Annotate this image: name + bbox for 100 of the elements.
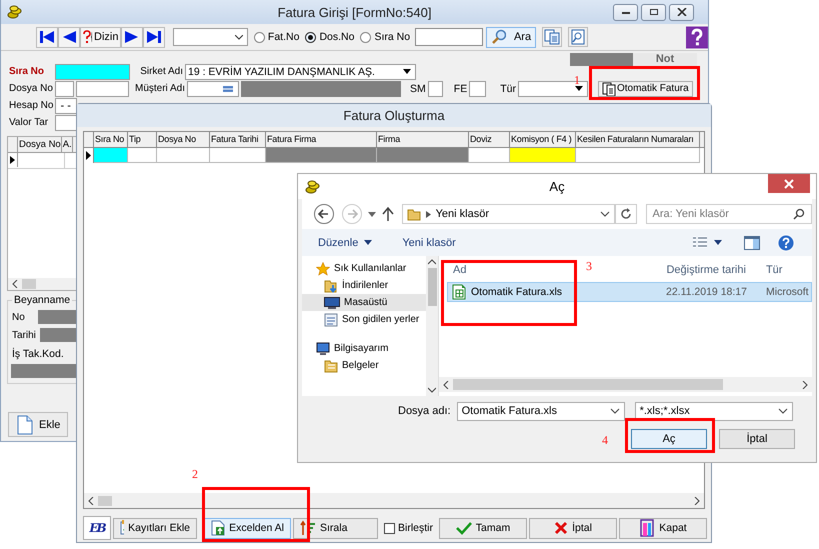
preview-pane-icon[interactable] bbox=[744, 236, 760, 250]
ok-button[interactable]: Tamam bbox=[439, 518, 528, 538]
search-mode-radio[interactable]: Fat.No bbox=[254, 31, 300, 43]
table-cell[interactable] bbox=[510, 148, 576, 163]
scroll-up-icon[interactable] bbox=[428, 259, 436, 265]
column-header[interactable]: Komisyon ( F4 ) bbox=[510, 132, 576, 147]
new-folder-button[interactable]: Yeni klasör bbox=[402, 236, 462, 248]
file-name-field[interactable]: Otomatik Fatura.xls bbox=[456, 402, 625, 420]
open-button[interactable]: Aç bbox=[631, 429, 707, 449]
last-record-button[interactable] bbox=[143, 26, 166, 48]
search-combo[interactable] bbox=[173, 28, 248, 46]
horizontal-scrollbar[interactable] bbox=[84, 493, 704, 508]
column-header[interactable]: Fatura Tarihi bbox=[210, 132, 266, 147]
column-header[interactable]: Tür bbox=[766, 264, 782, 276]
table-cell[interactable] bbox=[266, 148, 377, 163]
scroll-left-icon[interactable] bbox=[88, 496, 94, 504]
search-mode-radio[interactable]: Dos.No bbox=[305, 31, 354, 43]
caret-icon[interactable] bbox=[368, 212, 376, 216]
table-cell[interactable] bbox=[210, 148, 266, 163]
radio-button[interactable] bbox=[305, 32, 316, 42]
company-dropdown[interactable]: 19 : EVRİM YAZILIM DANŞMANLIK AŞ. bbox=[185, 64, 416, 80]
merge-checkbox[interactable]: Birleştir bbox=[384, 522, 434, 534]
account-number-field[interactable]: - - bbox=[55, 98, 78, 114]
column-header[interactable]: Dosya No bbox=[18, 137, 62, 152]
table-cell[interactable] bbox=[157, 148, 210, 163]
automatic-invoice-button[interactable]: Otomatik Fatura bbox=[598, 80, 693, 96]
tree-item[interactable]: Sık Kullanılanlar bbox=[302, 260, 426, 277]
fe-field[interactable] bbox=[469, 80, 486, 96]
column-header[interactable]: A. bbox=[62, 137, 73, 152]
search-field[interactable]: Ara: Yeni klasör bbox=[646, 204, 812, 224]
tree-item[interactable]: Bilgisayarım bbox=[302, 340, 426, 357]
table-cell[interactable] bbox=[94, 148, 128, 163]
table-cell[interactable] bbox=[128, 148, 157, 163]
file-type-dropdown[interactable]: *.xls;*.xlsx bbox=[634, 402, 793, 420]
table-cell[interactable] bbox=[576, 148, 700, 163]
scroll-right-icon[interactable] bbox=[802, 380, 808, 388]
organize-menu[interactable]: Düzenle bbox=[318, 236, 378, 248]
sm-field[interactable] bbox=[428, 80, 443, 96]
previous-record-button[interactable] bbox=[58, 26, 80, 48]
radio-button[interactable] bbox=[360, 32, 372, 42]
scroll-right-icon[interactable] bbox=[694, 496, 700, 504]
help-icon[interactable] bbox=[686, 24, 708, 50]
tree-item[interactable]: Masaüstü bbox=[302, 294, 426, 311]
minimize-button[interactable] bbox=[613, 4, 638, 20]
cancel-button[interactable]: İptal bbox=[719, 429, 795, 449]
column-header[interactable]: Doviz bbox=[469, 132, 510, 147]
scroll-down-icon[interactable] bbox=[428, 387, 436, 393]
refresh-button[interactable] bbox=[614, 204, 636, 224]
table-cell[interactable] bbox=[377, 148, 469, 163]
column-header[interactable]: Dosya No bbox=[157, 132, 210, 147]
sort-button[interactable]: Sırala bbox=[293, 518, 378, 538]
tree-item[interactable]: Belgeler bbox=[302, 357, 426, 374]
file-number-field[interactable] bbox=[76, 80, 129, 96]
back-icon[interactable] bbox=[313, 203, 335, 225]
value-date-field[interactable] bbox=[55, 114, 77, 130]
radio-button[interactable] bbox=[254, 32, 265, 42]
horizontal-scrollbar[interactable] bbox=[8, 278, 76, 290]
copy-button[interactable] bbox=[542, 27, 562, 47]
up-arrow-icon[interactable] bbox=[382, 207, 394, 221]
address-bar[interactable]: Yeni klasör bbox=[402, 204, 615, 224]
tree-item[interactable]: Son gidilen yerler bbox=[302, 311, 426, 328]
table-cell[interactable] bbox=[469, 148, 510, 163]
cancel-button[interactable]: İptal bbox=[529, 518, 618, 538]
column-header[interactable]: Fatura Firma bbox=[266, 132, 377, 147]
column-header[interactable]: Sıra No bbox=[94, 132, 128, 147]
column-header[interactable]: Tip bbox=[128, 132, 157, 147]
close-button[interactable] bbox=[669, 4, 694, 20]
scroll-left-icon[interactable] bbox=[443, 380, 449, 388]
scroll-left-icon[interactable] bbox=[12, 280, 18, 288]
chevron-down-icon[interactable] bbox=[600, 211, 610, 217]
next-record-button[interactable] bbox=[121, 26, 144, 48]
import-excel-button[interactable]: Excelden Al bbox=[203, 518, 291, 538]
index-button[interactable]: Dizin bbox=[80, 26, 122, 48]
column-header[interactable]: Değiştirme tarihi bbox=[666, 264, 746, 276]
search-mode-radio[interactable]: Sıra No bbox=[360, 31, 410, 43]
scrollbar-thumb[interactable] bbox=[22, 279, 36, 289]
column-header[interactable]: Kesilen Faturaların Numaraları bbox=[576, 132, 700, 147]
scrollbar-thumb[interactable] bbox=[98, 496, 112, 506]
sequence-number-field[interactable] bbox=[55, 64, 130, 80]
first-record-button[interactable] bbox=[36, 26, 58, 48]
scrollbar-thumb[interactable] bbox=[428, 268, 436, 306]
view-list-icon[interactable] bbox=[692, 236, 708, 250]
scrollbar-thumb[interactable] bbox=[453, 379, 723, 390]
preview-button[interactable] bbox=[568, 27, 588, 47]
column-header[interactable]: Ad bbox=[453, 264, 466, 276]
tree-item[interactable]: İndirilenler bbox=[302, 277, 426, 294]
checkbox[interactable] bbox=[384, 522, 395, 534]
search-button[interactable]: Ara bbox=[486, 26, 536, 48]
maximize-button[interactable] bbox=[641, 4, 666, 20]
close-button[interactable]: Kapat bbox=[619, 518, 708, 538]
customer-field[interactable] bbox=[187, 80, 240, 96]
file-row[interactable]: Otomatik Fatura.xls 22.11.2019 18:17 Microsoft bbox=[447, 282, 812, 302]
search-field[interactable] bbox=[415, 28, 484, 46]
file-prefix-field[interactable] bbox=[55, 80, 74, 96]
horizontal-scrollbar[interactable] bbox=[439, 377, 812, 392]
caret-icon[interactable] bbox=[714, 240, 722, 245]
vertical-scrollbar[interactable] bbox=[426, 256, 438, 396]
help-icon[interactable] bbox=[778, 234, 794, 250]
column-header[interactable]: Firma bbox=[377, 132, 469, 147]
add-button[interactable]: Ekle bbox=[8, 412, 68, 437]
